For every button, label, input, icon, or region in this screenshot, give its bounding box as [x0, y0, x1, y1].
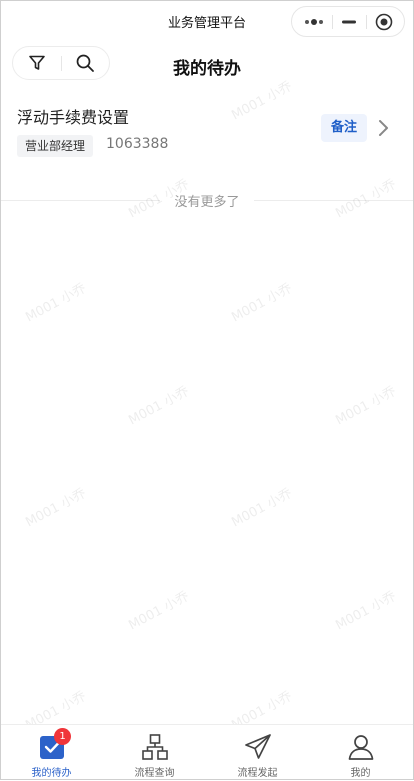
more-button[interactable]	[296, 7, 332, 36]
page-title: 我的待办	[173, 59, 241, 79]
tab-label: 流程查询	[134, 768, 175, 779]
tab-mine[interactable]: 我的	[309, 725, 412, 781]
watermark: M001 小乔	[229, 281, 295, 326]
paper-plane-icon	[244, 734, 271, 759]
window-capsule	[291, 6, 405, 37]
minimize-icon	[342, 20, 356, 23]
target-close-icon	[375, 13, 393, 30]
close-button[interactable]	[366, 7, 402, 36]
tab-flow-start[interactable]: 流程发起	[206, 725, 309, 781]
bottom-tab-bar: 1 我的待办 流程查询 流程发起 我的	[0, 724, 414, 780]
chevron-right-icon	[379, 120, 388, 136]
minimize-button[interactable]	[332, 7, 366, 36]
remark-button[interactable]: 备注	[321, 114, 367, 142]
watermark: M001 小乔	[229, 486, 295, 531]
flow-tree-icon	[141, 734, 168, 760]
watermark: M001 小乔	[333, 589, 399, 634]
task-list-item[interactable]: 浮动手续费设置 营业部经理 1063388 备注	[0, 96, 414, 166]
tab-label: 我的待办	[31, 768, 72, 779]
no-more-divider: 没有更多了	[0, 190, 414, 210]
task-title: 浮动手续费设置	[17, 108, 130, 127]
tab-badge: 1	[54, 728, 71, 745]
tab-my-todo[interactable]: 1 我的待办	[0, 725, 103, 781]
tab-label: 流程发起	[237, 768, 278, 779]
page-header: 我的待办	[0, 44, 414, 86]
watermark: M001 小乔	[126, 384, 192, 429]
task-number: 1063388	[106, 136, 169, 152]
user-icon	[348, 735, 373, 760]
divider-line	[254, 200, 414, 201]
watermark: M001 小乔	[126, 589, 192, 634]
watermark: M001 小乔	[23, 281, 89, 326]
watermark: M001 小乔	[333, 384, 399, 429]
more-dots-icon	[305, 18, 323, 25]
task-role-tag: 营业部经理	[17, 135, 94, 157]
window-title-bar: 业务管理平台	[0, 0, 414, 42]
tab-label: 我的	[350, 768, 371, 779]
tab-flow-query[interactable]: 流程查询	[103, 725, 206, 781]
watermark: M001 小乔	[23, 486, 89, 531]
